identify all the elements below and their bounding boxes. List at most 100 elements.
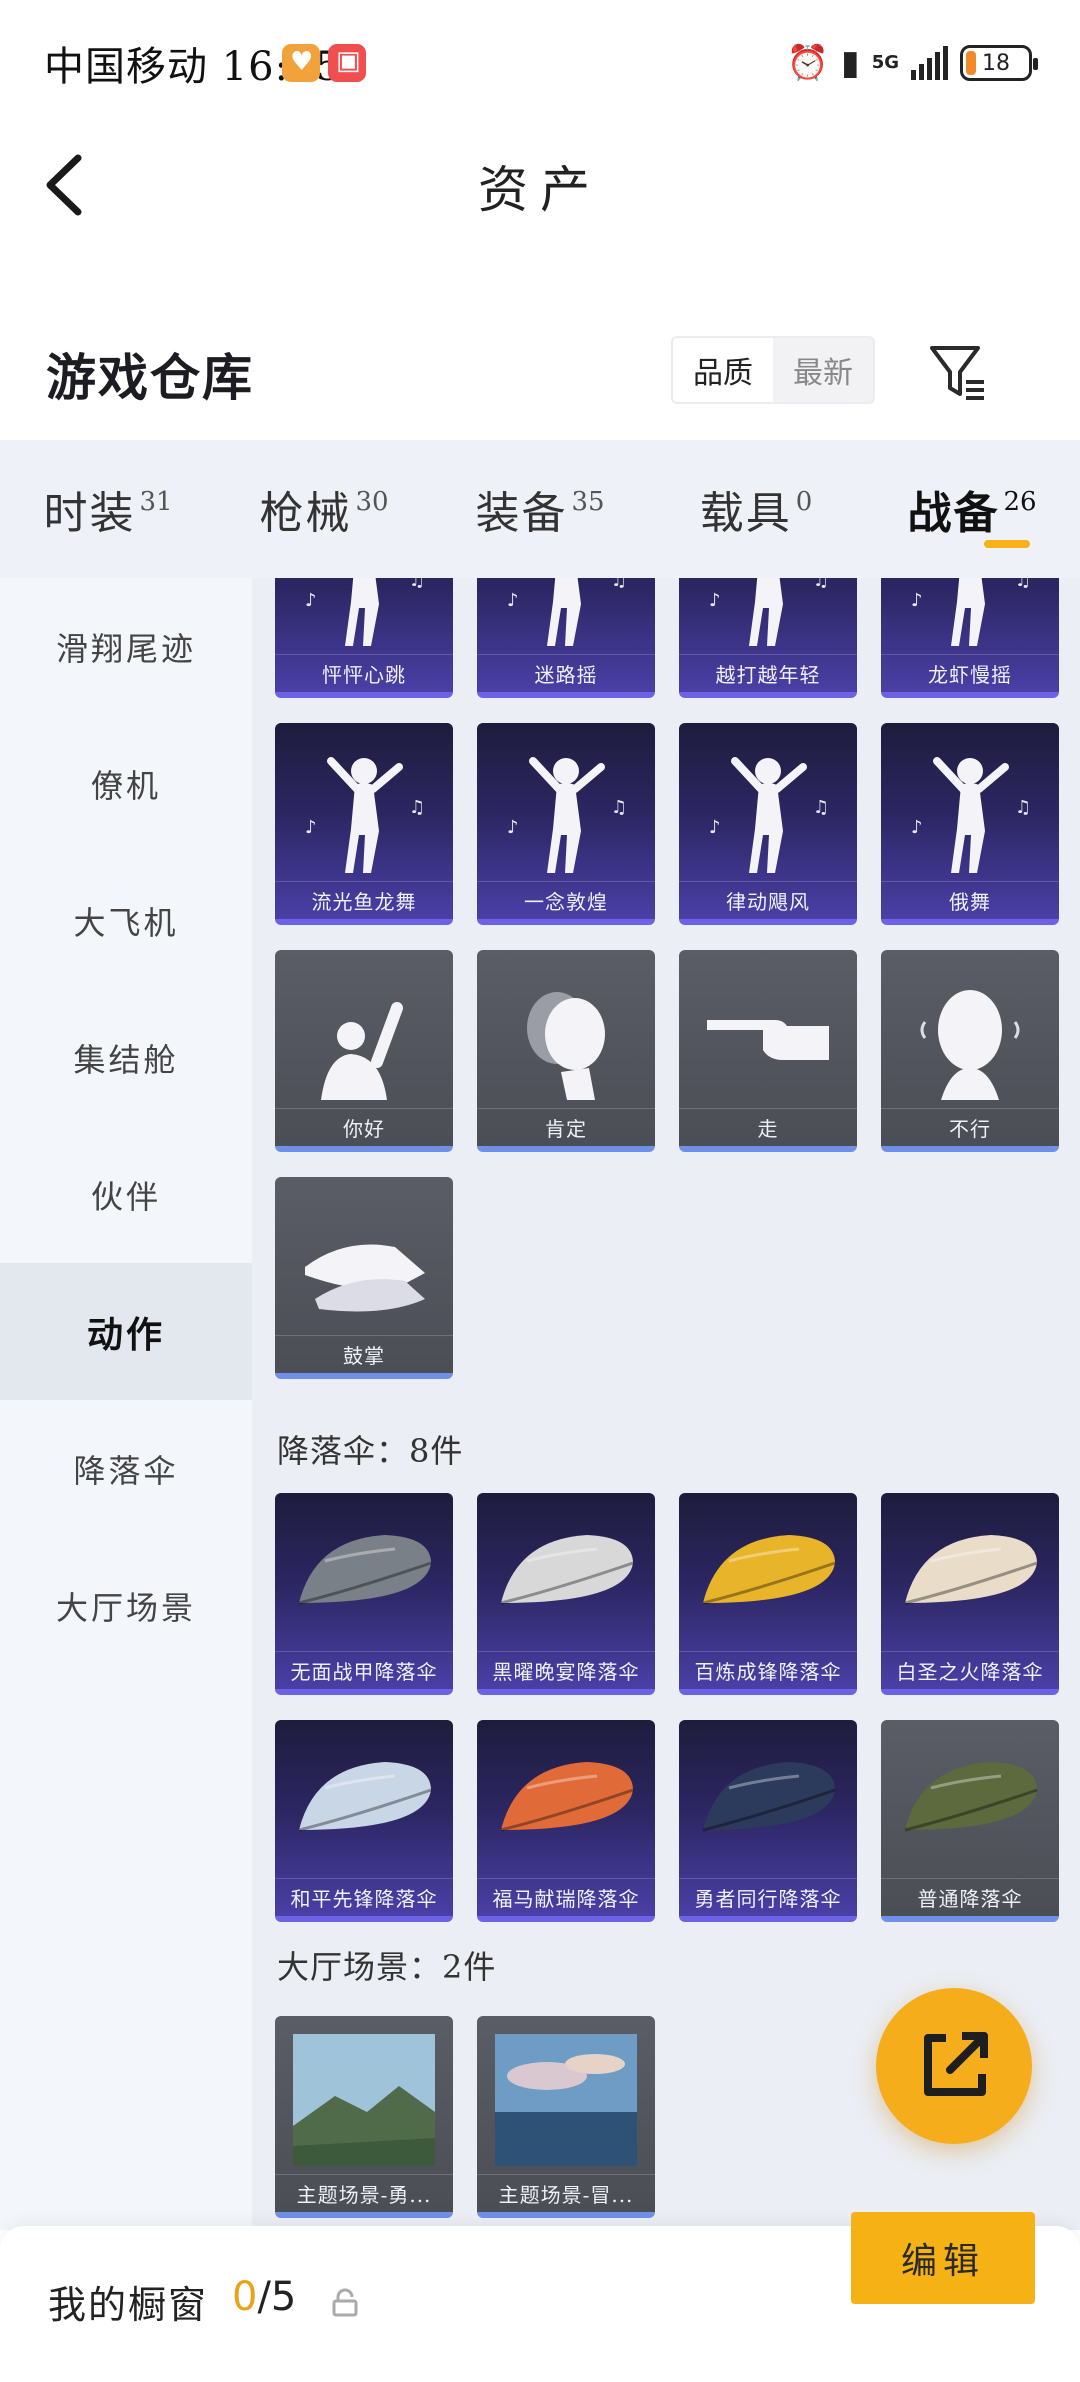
tab-fashion[interactable]: 时装 31 bbox=[0, 440, 216, 578]
signal-icon bbox=[911, 46, 948, 80]
emote-image bbox=[881, 950, 1059, 1110]
sort-newest-button[interactable]: 最新 bbox=[773, 338, 873, 402]
tab-war-prep[interactable]: 战备 26 bbox=[864, 440, 1080, 578]
parachute-card[interactable]: 和平先锋降落伞 bbox=[275, 1720, 453, 1922]
emote-image: ♪ ♫ bbox=[477, 723, 655, 883]
parachute-image bbox=[477, 1720, 655, 1880]
parachute-image bbox=[881, 1720, 1059, 1880]
share-external-icon bbox=[924, 2032, 988, 2096]
emote-card[interactable]: 肯定 bbox=[477, 950, 655, 1152]
parachute-name: 黑曜晚宴降落伞 bbox=[477, 1651, 655, 1689]
emote-card[interactable]: ♪ ♫ 怦怦心跳 bbox=[275, 578, 453, 698]
parachute-card[interactable]: 普通降落伞 bbox=[881, 1720, 1059, 1922]
emote-card[interactable]: 不行 bbox=[881, 950, 1059, 1152]
lobby-scene-card[interactable]: 主题场景-冒... bbox=[477, 2016, 655, 2218]
emote-image bbox=[679, 950, 857, 1110]
emote-name: 鼓掌 bbox=[275, 1335, 453, 1373]
emote-name: 你好 bbox=[275, 1108, 453, 1146]
tab-firearms[interactable]: 枪械 30 bbox=[216, 440, 432, 578]
lobby-scene-name: 主题场景-冒... bbox=[477, 2174, 655, 2212]
emote-card[interactable]: 走 bbox=[679, 950, 857, 1152]
filter-icon bbox=[930, 346, 984, 400]
parachute-card[interactable]: 福马献瑞降落伞 bbox=[477, 1720, 655, 1922]
showcase-count: 0/5 bbox=[232, 2274, 296, 2320]
emote-card[interactable]: ♪ ♫ 一念敦煌 bbox=[477, 723, 655, 925]
emote-card[interactable]: ♪ ♫ 律动飓风 bbox=[679, 723, 857, 925]
parachute-card[interactable]: 白圣之火降落伞 bbox=[881, 1493, 1059, 1695]
side-item-emotes[interactable]: 动作 bbox=[0, 1263, 252, 1400]
emote-card[interactable]: 鼓掌 bbox=[275, 1177, 453, 1379]
side-item-glide-trail[interactable]: 滑翔尾迹 bbox=[0, 578, 252, 715]
emote-card[interactable]: ♪ ♫ 俄舞 bbox=[881, 723, 1059, 925]
emote-name: 怦怦心跳 bbox=[275, 654, 453, 692]
emote-image: ♪ ♫ bbox=[477, 578, 655, 656]
emote-name: 龙虾慢摇 bbox=[881, 654, 1059, 692]
lobby-scene-card[interactable]: 主题场景-勇... bbox=[275, 2016, 453, 2218]
status-bar: 中国移动 16:05 ⏰ ▮ 5G 18 bbox=[0, 0, 1080, 130]
battery-icon: 18 bbox=[960, 45, 1038, 81]
parachute-name: 勇者同行降落伞 bbox=[679, 1878, 857, 1916]
parachute-name: 福马献瑞降落伞 bbox=[477, 1878, 655, 1916]
svg-text:♫: ♫ bbox=[409, 578, 425, 591]
tab-count: 26 bbox=[1003, 487, 1037, 517]
sort-quality-button[interactable]: 品质 bbox=[673, 338, 773, 402]
emote-name: 迷路摇 bbox=[477, 654, 655, 692]
lobby-scene-image bbox=[275, 2016, 453, 2176]
emote-name: 流光鱼龙舞 bbox=[275, 881, 453, 919]
app-notification-icon bbox=[282, 44, 320, 82]
svg-text:♫: ♫ bbox=[409, 797, 425, 818]
emote-card[interactable]: ♪ ♫ 流光鱼龙舞 bbox=[275, 723, 453, 925]
category-tabs: 时装 31 枪械 30 装备 35 载具 0 战备 26 bbox=[0, 440, 1080, 578]
battery-level: 18 bbox=[982, 50, 1010, 76]
parachute-card[interactable]: 百炼成锋降落伞 bbox=[679, 1493, 857, 1695]
tab-label: 装备 bbox=[475, 488, 568, 539]
side-item-assembly-pod[interactable]: 集结舱 bbox=[0, 989, 252, 1126]
emote-card[interactable]: ♪ ♫ 龙虾慢摇 bbox=[881, 578, 1059, 698]
svg-text:♫: ♫ bbox=[611, 578, 627, 591]
parachute-image bbox=[881, 1493, 1059, 1653]
svg-text:♪: ♪ bbox=[709, 590, 721, 611]
parachute-card[interactable]: 无面战甲降落伞 bbox=[275, 1493, 453, 1695]
tab-count: 31 bbox=[139, 487, 173, 517]
app-notification-icon bbox=[328, 44, 366, 82]
side-item-airplane[interactable]: 大飞机 bbox=[0, 852, 252, 989]
emote-image: ♪ ♫ bbox=[881, 723, 1059, 883]
emote-card[interactable]: ♪ ♫ 迷路摇 bbox=[477, 578, 655, 698]
parachute-card[interactable]: 黑曜晚宴降落伞 bbox=[477, 1493, 655, 1695]
parachute-image bbox=[679, 1493, 857, 1653]
emote-image: ♪ ♫ bbox=[275, 723, 453, 883]
tab-equipment[interactable]: 装备 35 bbox=[432, 440, 648, 578]
emote-image: ♪ ♫ bbox=[275, 578, 453, 656]
emote-image bbox=[275, 950, 453, 1110]
side-nav: 滑翔尾迹 僚机 大飞机 集结舱 伙伴 动作 降落伞 大厅场景 bbox=[0, 578, 252, 2230]
tab-label: 载具 bbox=[699, 488, 792, 539]
svg-text:♪: ♪ bbox=[911, 590, 923, 611]
share-button[interactable] bbox=[876, 1988, 1032, 2144]
parachute-name: 无面战甲降落伞 bbox=[275, 1651, 453, 1689]
svg-text:♪: ♪ bbox=[507, 817, 519, 838]
svg-text:♫: ♫ bbox=[611, 797, 627, 818]
emote-name: 不行 bbox=[881, 1108, 1059, 1146]
filter-button[interactable] bbox=[928, 342, 988, 402]
side-item-companion[interactable]: 伙伴 bbox=[0, 1126, 252, 1263]
tab-label: 战备 bbox=[907, 488, 1000, 539]
parachute-group-header: 降落伞：8件 bbox=[277, 1432, 464, 1470]
side-item-lobby-scene[interactable]: 大厅场景 bbox=[0, 1537, 252, 1674]
side-item-wingman[interactable]: 僚机 bbox=[0, 715, 252, 852]
side-item-parachute[interactable]: 降落伞 bbox=[0, 1400, 252, 1537]
emote-card[interactable]: 你好 bbox=[275, 950, 453, 1152]
tab-vehicles[interactable]: 载具 0 bbox=[648, 440, 864, 578]
showcase-current: 0 bbox=[232, 2274, 258, 2320]
emote-grid: ♪ ♫ 怦怦心跳 ♪ ♫ 迷路摇 ♪ ♫ 越打越年轻 ♪ ♫ 龙虾慢摇 ♪ ♫ 流光鱼龙舞 ♪ ♫ 一念敦煌 ♪ ♫ 律… bbox=[275, 578, 1065, 1404]
parachute-name: 百炼成锋降落伞 bbox=[679, 1651, 857, 1689]
parachute-image bbox=[275, 1493, 453, 1653]
emote-card[interactable]: ♪ ♫ 越打越年轻 bbox=[679, 578, 857, 698]
svg-text:♪: ♪ bbox=[911, 817, 923, 838]
parachute-card[interactable]: 勇者同行降落伞 bbox=[679, 1720, 857, 1922]
emote-name: 越打越年轻 bbox=[679, 654, 857, 692]
lobby-scene-image bbox=[477, 2016, 655, 2176]
warehouse-title: 游戏仓库 bbox=[46, 348, 254, 407]
edit-button[interactable]: 编辑 bbox=[851, 2212, 1035, 2304]
parachute-name: 普通降落伞 bbox=[881, 1878, 1059, 1916]
emote-name: 律动飓风 bbox=[679, 881, 857, 919]
